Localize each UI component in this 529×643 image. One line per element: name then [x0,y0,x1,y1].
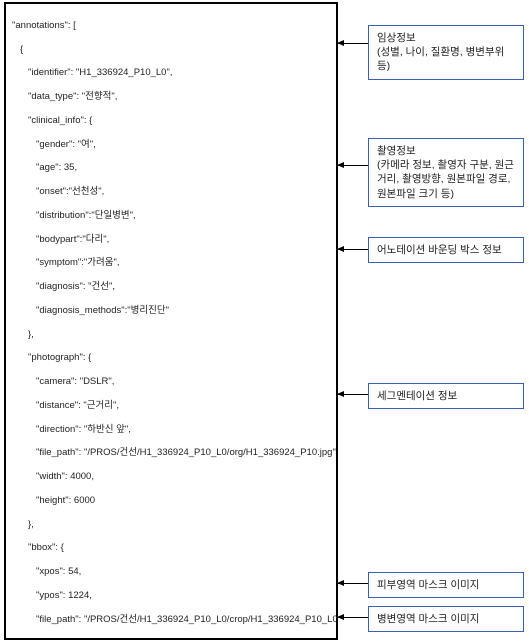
code-line: "diagnosis": "건선", [12,281,332,293]
code-line: "distance": "근거리", [12,400,332,412]
label-lesion-mask: 병변영역 마스크 이미지 [368,606,524,632]
code-line: "camera": "DSLR", [12,376,332,388]
json-code-panel: "annotations": [ { "identifier": "H1_336… [4,2,338,640]
code-line: "xpos": 54, [12,566,332,578]
label-bbox-info: 어노테이션 바운딩 박스 정보 [368,237,524,263]
arrow-bbox [338,249,368,250]
code-line: "bodypart":"다리", [12,234,332,246]
label-segmentation-info: 세그멘테이션 정보 [368,383,524,409]
label-clinical-info: 임상정보(성별, 나이, 질환명, 병변부위 등) [368,25,524,80]
code-line: "clinical_info": { [12,115,332,127]
code-line: "annotations": [ [12,20,332,32]
code-line: "identifier": "H1_336924_P10_L0", [12,67,332,79]
code-line: }, [12,519,332,531]
code-line: "bbox": { [12,542,332,554]
code-line: "data_type": "전향적", [12,91,332,103]
code-line: "file_path": "/PROS/건선/H1_336924_P10_L0/… [12,447,332,459]
arrow-photo [338,165,368,166]
arrow-lesion [338,617,368,618]
code-line: "photograph": { [12,352,332,364]
label-skin-mask: 피부영역 마스크 이미지 [368,572,524,598]
code-line: "file_path": "/PROS/건선/H1_336924_P10_L0/… [12,614,332,626]
arrow-clinical [338,43,368,44]
code-line: "diagnosis_methods":"병리진단" [12,305,332,317]
code-line: { [12,44,332,56]
arrow-seg [338,394,368,395]
code-line: "width": 4000, [12,471,332,483]
code-line: }, [12,329,332,341]
code-line: "width": 3910, [12,637,332,640]
code-line: "gender": "여", [12,139,332,151]
label-photograph-info: 촬영정보(카메라 정보, 촬영자 구분, 원근거리, 촬영방향, 원본파일 경로… [368,138,524,207]
code-line: "distribution":"단일병변", [12,210,332,222]
code-line: "onset":"선천성", [12,186,332,198]
code-line: "ypos": 1224, [12,590,332,602]
code-line: "height": 6000 [12,495,332,507]
code-line: "age": 35, [12,162,332,174]
code-line: "symptom":"가려움", [12,257,332,269]
arrow-skin [338,583,368,584]
code-line: "direction": "하반신 앞", [12,424,332,436]
